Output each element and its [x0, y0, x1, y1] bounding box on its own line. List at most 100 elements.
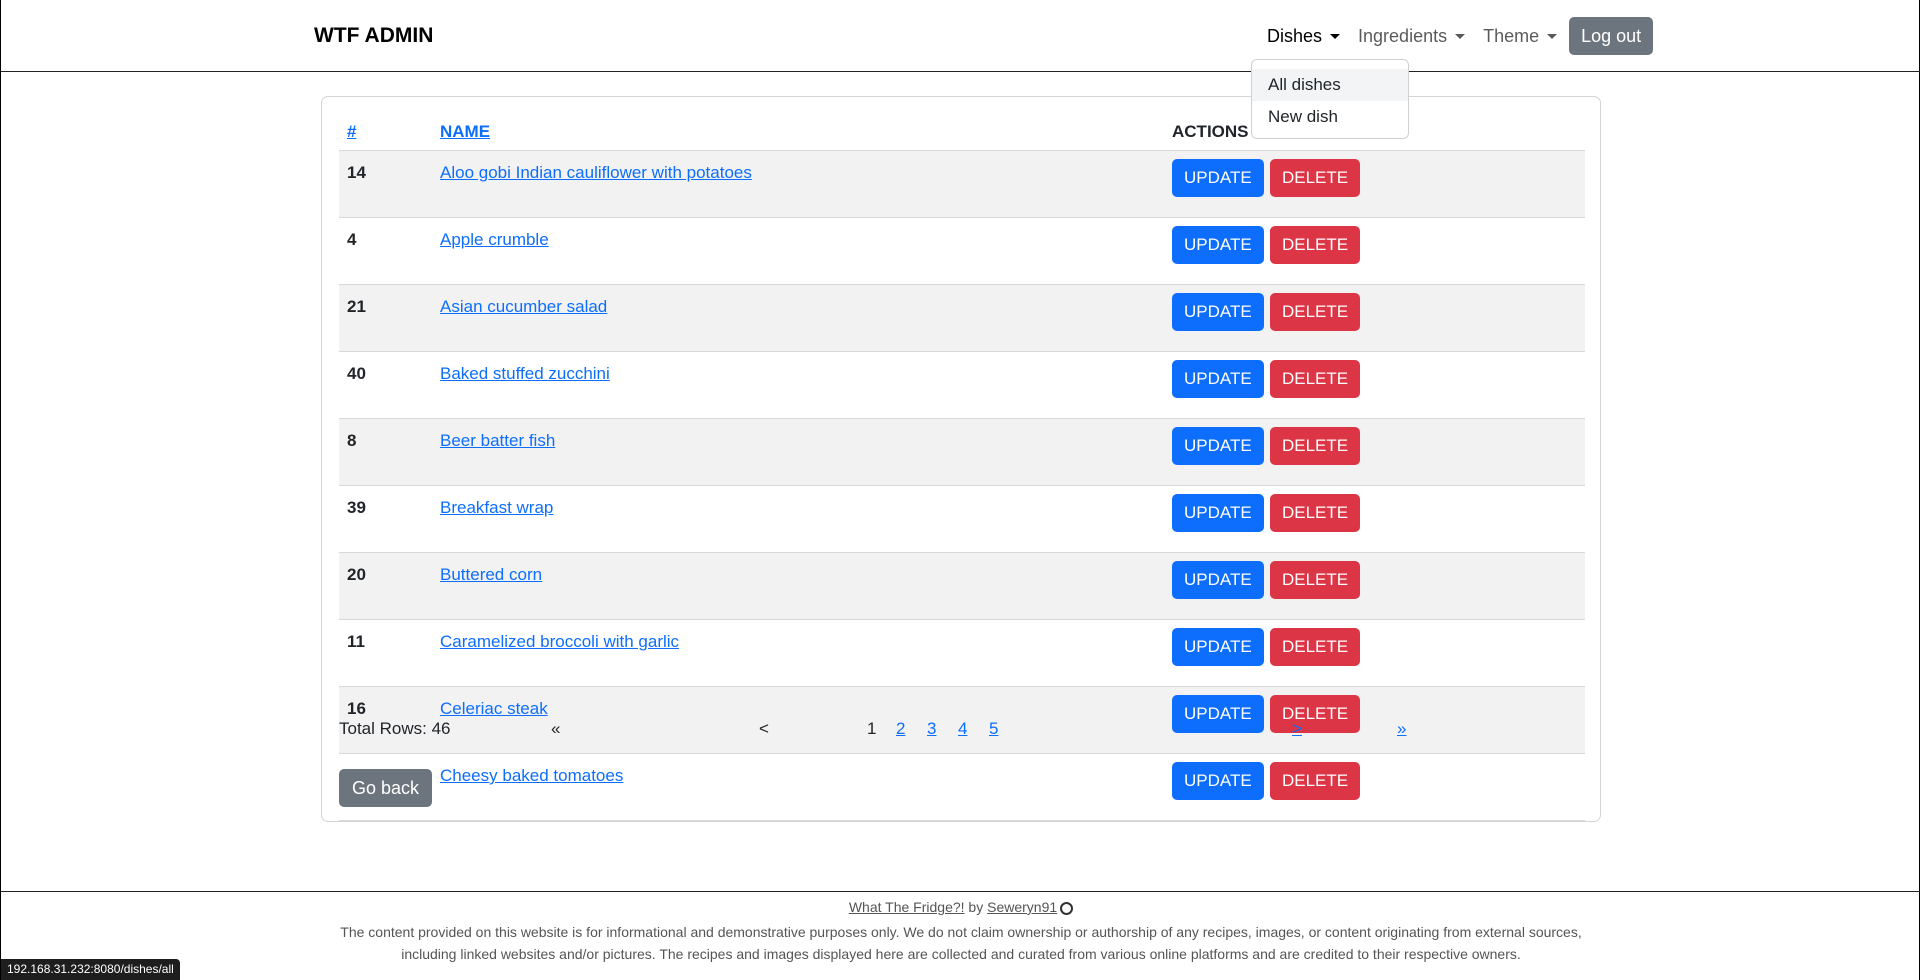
- page-3-link[interactable]: 3: [927, 719, 936, 738]
- dish-name-link[interactable]: Beer batter fish: [440, 431, 555, 450]
- page-4-link[interactable]: 4: [958, 719, 967, 738]
- page-2-link[interactable]: 2: [896, 719, 905, 738]
- row-name-cell: Caramelized broccoli with garlic: [432, 619, 1164, 687]
- caret-down-icon: [1455, 33, 1466, 39]
- row-id: 8: [339, 418, 432, 486]
- dish-name-link[interactable]: Celeriac steak: [440, 699, 548, 718]
- row-actions: UPDATE DELETE: [1164, 418, 1585, 486]
- row-actions: UPDATE DELETE: [1164, 753, 1585, 821]
- dish-name-link[interactable]: Caramelized broccoli with garlic: [440, 632, 679, 651]
- dish-name-link[interactable]: Apple crumble: [440, 230, 549, 249]
- delete-button[interactable]: DELETE: [1269, 293, 1361, 331]
- nav-dishes-dropdown[interactable]: Dishes: [1258, 26, 1349, 47]
- total-rows: Total Rows: 46: [339, 719, 451, 738]
- row-actions: UPDATE DELETE: [1164, 351, 1585, 419]
- table-row: 11 Caramelized broccoli with garlic UPDATE…: [339, 619, 1585, 687]
- row-name-cell: Aloo gobi Indian cauliflower with potato…: [432, 150, 1164, 218]
- row-id: 4: [339, 217, 432, 285]
- page-1-current: 1: [867, 719, 877, 738]
- dishes-table: # NAME ACTIONS 14 Aloo gobi Indian caulif…: [339, 113, 1585, 821]
- author-link[interactable]: Seweryn91: [987, 899, 1057, 915]
- nav-dishes-label: Dishes: [1267, 25, 1323, 46]
- delete-button[interactable]: DELETE: [1269, 494, 1361, 532]
- header-name: NAME: [432, 113, 1164, 151]
- table-row: 4 Apple crumble UPDATE DELETE: [339, 217, 1585, 285]
- update-button[interactable]: UPDATE: [1172, 561, 1264, 599]
- last-page-link[interactable]: »: [1397, 719, 1406, 738]
- delete-button[interactable]: DELETE: [1269, 226, 1361, 264]
- delete-button[interactable]: DELETE: [1269, 427, 1361, 465]
- dishes-dropdown-menu: All dishes New dish: [1251, 59, 1409, 139]
- header-num: #: [339, 113, 432, 151]
- row-id: 11: [339, 619, 432, 687]
- update-button[interactable]: UPDATE: [1172, 628, 1264, 666]
- row-id: 21: [339, 284, 432, 352]
- caret-down-icon: [1330, 33, 1341, 39]
- update-button[interactable]: UPDATE: [1172, 427, 1264, 465]
- table-row: 40 Baked stuffed zucchini UPDATE DELETE: [339, 351, 1585, 419]
- footer-credits: What The Fridge?! by Seweryn91: [1, 899, 1920, 919]
- table-row: 39 Breakfast wrap UPDATE DELETE: [339, 485, 1585, 553]
- dropdown-item-new-dish[interactable]: New dish: [1252, 101, 1408, 133]
- navbar: WTF ADMIN Dishes Ingredients Theme Log o…: [1, 0, 1920, 72]
- footer-disclaimer: The content provided on this website is …: [340, 924, 1582, 962]
- nav-theme-dropdown[interactable]: Theme: [1474, 26, 1566, 47]
- prev-page-link[interactable]: <: [759, 719, 769, 739]
- nav-theme-label: Theme: [1483, 25, 1540, 46]
- dish-name-link[interactable]: Cheesy baked tomatoes: [440, 766, 623, 785]
- sort-by-name-link[interactable]: NAME: [440, 122, 490, 141]
- dish-name-link[interactable]: Asian cucumber salad: [440, 297, 607, 316]
- first-page-link[interactable]: «: [551, 719, 560, 739]
- nav-menu: Dishes Ingredients Theme Log out: [1258, 16, 1654, 56]
- go-back-button[interactable]: Go back: [339, 769, 433, 807]
- update-button[interactable]: UPDATE: [1172, 159, 1264, 197]
- row-actions: UPDATE DELETE: [1164, 284, 1585, 352]
- row-name-cell: Apple crumble: [432, 217, 1164, 285]
- row-name-cell: Asian cucumber salad: [432, 284, 1164, 352]
- table-row: 14 Aloo gobi Indian cauliflower with pota…: [339, 150, 1585, 218]
- row-name-cell: Buttered corn: [432, 552, 1164, 620]
- nav-ingredients-label: Ingredients: [1358, 25, 1448, 46]
- update-button[interactable]: UPDATE: [1172, 494, 1264, 532]
- row-actions: UPDATE DELETE: [1164, 485, 1585, 553]
- delete-button[interactable]: DELETE: [1269, 762, 1361, 800]
- nav-ingredients-dropdown[interactable]: Ingredients: [1349, 26, 1474, 47]
- caret-down-icon: [1547, 33, 1558, 39]
- site-link[interactable]: What The Fridge?!: [849, 899, 965, 915]
- logout-button[interactable]: Log out: [1569, 17, 1654, 55]
- delete-button[interactable]: DELETE: [1269, 561, 1361, 599]
- footer: What The Fridge?! by Seweryn91 The conte…: [1, 891, 1920, 965]
- row-name-cell: Cheesy baked tomatoes: [432, 753, 1164, 821]
- update-button[interactable]: UPDATE: [1172, 360, 1264, 398]
- dish-name-link[interactable]: Breakfast wrap: [440, 498, 553, 517]
- row-id: 20: [339, 552, 432, 620]
- page-5-link[interactable]: 5: [989, 719, 998, 738]
- footer-by: by: [968, 899, 984, 915]
- update-button[interactable]: UPDATE: [1172, 226, 1264, 264]
- row-actions: UPDATE DELETE: [1164, 552, 1585, 620]
- dropdown-item-all-dishes[interactable]: All dishes: [1252, 69, 1408, 101]
- delete-button[interactable]: DELETE: [1269, 360, 1361, 398]
- table-row: 8 Beer batter fish UPDATE DELETE: [339, 418, 1585, 486]
- dish-name-link[interactable]: Baked stuffed zucchini: [440, 364, 610, 383]
- row-actions: UPDATE DELETE: [1164, 150, 1585, 218]
- delete-button[interactable]: DELETE: [1269, 628, 1361, 666]
- github-icon[interactable]: [1060, 902, 1074, 915]
- dish-name-link[interactable]: Buttered corn: [440, 565, 542, 584]
- update-button[interactable]: UPDATE: [1172, 293, 1264, 331]
- dish-name-link[interactable]: Aloo gobi Indian cauliflower with potato…: [440, 163, 752, 182]
- pagination: Total Rows: 46 « < 1 2 3 4 5 > »: [339, 719, 1585, 743]
- sort-by-id-link[interactable]: #: [347, 122, 356, 141]
- brand-logo[interactable]: WTF ADMIN: [314, 24, 433, 48]
- row-id: 14: [339, 150, 432, 218]
- delete-button[interactable]: DELETE: [1269, 159, 1361, 197]
- row-actions: UPDATE DELETE: [1164, 619, 1585, 687]
- status-bar-url: 192.168.31.232:8080/dishes/all: [1, 959, 180, 980]
- row-name-cell: Baked stuffed zucchini: [432, 351, 1164, 419]
- row-actions: UPDATE DELETE: [1164, 217, 1585, 285]
- row-name-cell: Beer batter fish: [432, 418, 1164, 486]
- row-id: 39: [339, 485, 432, 553]
- next-page-link[interactable]: >: [1292, 719, 1302, 738]
- table-row: 21 Asian cucumber salad UPDATE DELETE: [339, 284, 1585, 352]
- update-button[interactable]: UPDATE: [1172, 762, 1264, 800]
